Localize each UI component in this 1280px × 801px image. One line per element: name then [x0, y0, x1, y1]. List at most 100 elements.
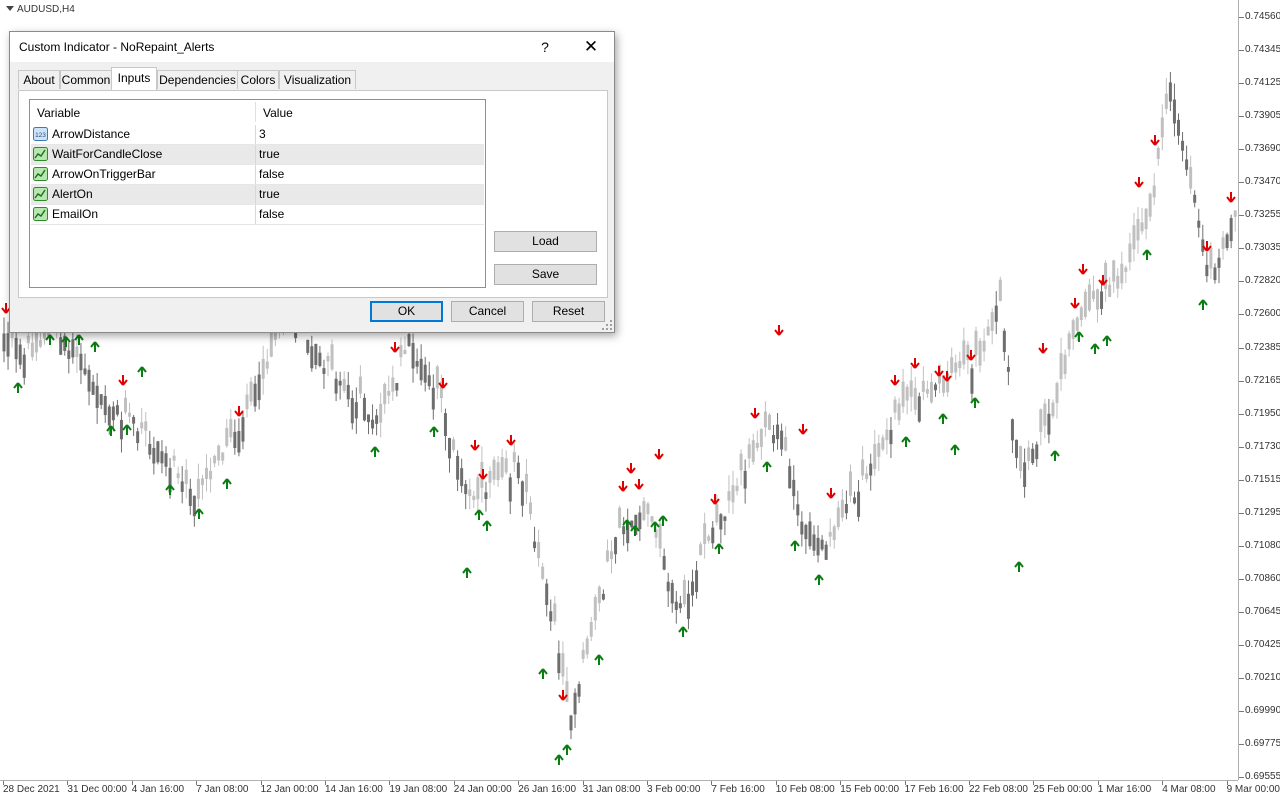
- candle-body: [1152, 185, 1156, 198]
- candle-body: [148, 443, 152, 455]
- load-button[interactable]: Load: [494, 231, 597, 252]
- tab-colors[interactable]: Colors: [237, 70, 279, 89]
- row-column-divider: [255, 125, 256, 144]
- candle-body: [800, 521, 804, 535]
- input-row[interactable]: WaitForCandleClose true: [31, 145, 484, 165]
- time-label: 28 Dec 2021: [3, 784, 60, 795]
- bull-candle: [978, 337, 982, 373]
- candle-body: [776, 424, 780, 440]
- candle-body: [666, 581, 670, 592]
- candle-body: [30, 342, 34, 357]
- time-axis[interactable]: 28 Dec 2021 31 Dec 00:00 4 Jan 16:00 7 Jan …: [0, 780, 1280, 801]
- candle-body: [565, 681, 569, 702]
- close-icon[interactable]: ✕: [576, 36, 606, 58]
- bear-candle: [375, 409, 379, 436]
- tab-dependencies[interactable]: Dependencies: [157, 70, 238, 89]
- tab-common[interactable]: Common: [60, 70, 112, 89]
- dialog-title-bar[interactable]: Custom Indicator - NoRepaint_Alerts ? ✕: [10, 32, 614, 62]
- bull-candle: [954, 354, 958, 380]
- candle-body: [994, 305, 998, 322]
- candle-body: [391, 377, 395, 392]
- input-variable-name: ArrowOnTriggerBar: [52, 167, 156, 181]
- candle-body: [504, 458, 508, 473]
- tab-about[interactable]: About: [18, 70, 60, 89]
- candle-body: [496, 462, 500, 481]
- save-button[interactable]: Save: [494, 264, 597, 285]
- bear-candle: [334, 371, 338, 402]
- price-tick: [1239, 611, 1244, 613]
- arrow-down-icon: [1150, 135, 1160, 146]
- bull-candle: [1189, 155, 1193, 194]
- arrow-down-icon: [1070, 298, 1080, 309]
- candle-body: [767, 414, 771, 430]
- time-label: 12 Jan 00:00: [260, 784, 319, 795]
- bull-candle: [1160, 104, 1164, 151]
- candle-body: [403, 349, 407, 355]
- candle-body: [695, 570, 699, 592]
- candle-body: [869, 463, 873, 476]
- arrow-down-icon: [390, 342, 400, 353]
- candle-body: [857, 491, 861, 517]
- arrow-down-icon: [934, 366, 944, 377]
- candle-body: [1213, 267, 1217, 281]
- candle-body: [512, 452, 516, 463]
- candle-body: [529, 502, 532, 515]
- bear-candle: [1002, 328, 1006, 361]
- candle-body: [334, 378, 338, 394]
- bull-candle: [913, 377, 917, 415]
- price-label: 0.71950: [1245, 407, 1280, 419]
- candle-body: [747, 444, 751, 459]
- column-header-value[interactable]: Value: [263, 100, 293, 124]
- candle-body: [1229, 218, 1233, 242]
- symbol-text: AUDUSD,H4: [17, 4, 75, 15]
- bear-candle: [1010, 418, 1014, 454]
- candle-body: [662, 556, 666, 570]
- arrow-up-icon: [1074, 331, 1084, 342]
- help-button[interactable]: ?: [531, 36, 559, 58]
- bear-candle: [573, 688, 577, 728]
- bool-chart-icon: [33, 147, 48, 161]
- candle-body: [573, 692, 577, 715]
- cancel-button[interactable]: Cancel: [451, 301, 524, 322]
- input-row[interactable]: EmailOn false: [31, 205, 484, 225]
- input-value[interactable]: false: [259, 167, 284, 181]
- input-value[interactable]: true: [259, 187, 280, 201]
- time-label: 22 Feb 08:00: [969, 784, 1028, 795]
- arrow-down-icon: [798, 424, 808, 435]
- ok-button[interactable]: OK: [370, 301, 443, 322]
- candle-body: [83, 368, 87, 375]
- candle-body: [780, 430, 784, 450]
- bull-candle: [1059, 337, 1063, 391]
- resize-grip-icon[interactable]: [602, 320, 612, 330]
- time-label: 17 Feb 16:00: [904, 784, 964, 795]
- bull-candle: [358, 365, 362, 399]
- candle-body: [59, 337, 63, 355]
- bull-candle: [379, 392, 383, 438]
- column-header-variable[interactable]: Variable: [37, 100, 80, 124]
- input-row[interactable]: ArrowOnTriggerBar false: [31, 165, 484, 185]
- column-divider[interactable]: [255, 102, 256, 122]
- price-axis[interactable]: 0.74560 0.74345 0.74125 0.73905 0.73690 0.734…: [1238, 0, 1280, 782]
- bull-candle: [1144, 208, 1148, 240]
- bull-candle: [403, 336, 407, 355]
- bull-candle: [326, 352, 330, 377]
- candle-body: [1006, 367, 1010, 372]
- input-value[interactable]: true: [259, 147, 280, 161]
- input-row[interactable]: 123 ArrowDistance 3: [31, 125, 484, 145]
- bear-candle: [792, 465, 796, 510]
- input-value[interactable]: 3: [259, 127, 266, 141]
- candle-body: [759, 429, 763, 447]
- price-label: 0.73470: [1245, 176, 1280, 188]
- tab-visualization[interactable]: Visualization: [279, 70, 356, 89]
- bull-candle: [1136, 207, 1140, 254]
- time-label: 25 Feb 00:00: [1033, 784, 1093, 795]
- reset-button[interactable]: Reset: [532, 301, 605, 322]
- bull-candle: [751, 433, 755, 465]
- arrow-down-icon: [1078, 264, 1088, 275]
- candle-body: [484, 492, 488, 500]
- candle-body: [119, 419, 123, 440]
- input-value[interactable]: false: [259, 207, 284, 221]
- bear-candle: [1177, 113, 1180, 145]
- input-row[interactable]: AlertOn true: [31, 185, 484, 205]
- tab-inputs[interactable]: Inputs: [111, 67, 157, 90]
